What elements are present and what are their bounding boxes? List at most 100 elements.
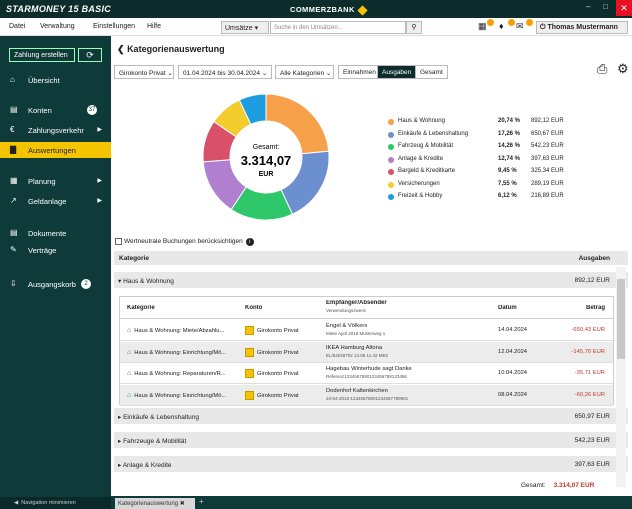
legend-percent: 17,26 % [498,130,521,137]
row-account: Girokonto Privat [257,349,299,356]
table-row[interactable]: ⌂ Haus & Wohnung: Einrichtung/Mö... Giroko… [120,341,613,363]
row-amount: -650,43 EUR [571,327,605,333]
sidebar-item-planung[interactable]: ▦ Planung ▶ [0,173,111,189]
sidebar-item-ausgangskorb[interactable]: ⇩ Ausgangskorb 2 [0,276,111,292]
group-row[interactable]: ▸ Fahrzeuge & Mobilität 542,23 EUR [114,432,628,449]
group-row[interactable]: ▸ Einkäufe & Lebenshaltung 650,97 EUR [114,408,628,425]
row-amount: -60,26 EUR [574,391,605,398]
toggle-einnahmen[interactable]: Einnahmen [338,65,381,79]
search-scope-select[interactable]: Umsätze ▾ [221,21,269,34]
toggle-gesamt[interactable]: Gesamt [415,65,448,79]
date-filter-select[interactable]: 01.04.2024 bis 30.04.2024 ⌄ [178,65,272,79]
house-icon: ⌂ [127,391,132,399]
legend-label: Bargeld & Kreditkarte [398,168,456,174]
sidebar-item-uebersicht[interactable]: ⌂ Übersicht [0,72,111,88]
row-account: Girokonto Privat [257,328,299,335]
table-scrollbar[interactable] [616,267,626,487]
house-icon: ⌂ [127,370,132,377]
page-title[interactable]: ❮ Kategorienauswertung [117,44,225,55]
toggle-ausgaben[interactable]: Ausgaben [377,65,417,79]
sidebar: Zahlung erstellen ⟳ ⌂ Übersicht ▤ Konten 37… [0,36,111,509]
category-filter-select[interactable]: Alle Kategorien ⌄ [275,65,334,79]
legend-percent: 12,74 % [498,155,521,162]
legend-item: Versicherungen 7,55 % 289,19 EUR [388,181,588,191]
mail-icon[interactable]: ✉ [516,21,524,32]
mail-badge [526,19,533,26]
chevron-right-icon: ▶ [97,178,102,184]
neutral-bookings-checkbox[interactable]: Wertneutrale Buchungen berücksichtigen i [115,238,254,247]
menu-hilfe[interactable]: Hilfe [147,23,161,30]
legend-percent: 20,74 % [498,118,521,124]
group-row[interactable]: ▸ Anlage & Kredite 397,63 EUR [114,456,628,473]
document-icon: ▤ [10,228,18,237]
checkbox-box[interactable] [115,238,122,245]
legend-percent: 9,45 % [498,168,517,174]
ausgangskorb-count-badge: 2 [81,279,91,289]
tab-bar: Kategorienauswertung ✖ + [111,496,632,509]
row-payee: Dodenhof Kaltenkirchen [326,387,388,394]
sidebar-item-geldanlage[interactable]: ↗ Geldanlage ▶ [0,193,111,209]
sidebar-item-zahlungsverkehr[interactable]: € Zahlungsverkehr ▶ [0,122,111,138]
row-date: 14.04.2024 [498,327,528,333]
minimize-navigation-button[interactable]: ◀ Navigation minimieren [0,497,111,509]
menu-einstellungen[interactable]: Einstellungen [93,23,135,30]
info-icon[interactable]: i [245,238,254,247]
sidebar-item-dokumente[interactable]: ▤ Dokumente [0,225,111,241]
create-payment-button[interactable]: Zahlung erstellen [9,48,75,62]
euro-icon: € [10,125,15,134]
total-summary: Gesamt: 3.314,07 EUR [521,482,595,489]
tab-close-icon[interactable]: ✖ [180,501,185,507]
menu-verwaltung[interactable]: Verwaltung [40,23,75,30]
outbox-icon: ⇩ [10,279,17,288]
add-tab-button[interactable]: + [199,497,204,506]
contract-icon: ✎ [10,245,17,254]
chevron-left-icon: ❮ [117,44,125,54]
sidebar-item-vertraege[interactable]: ✎ Verträge [0,242,111,258]
legend-percent: 6,12 % [498,193,517,199]
sidebar-item-auswertungen[interactable]: ▇ Auswertungen [0,142,111,158]
close-icon[interactable]: ✕ [616,0,632,16]
search-input[interactable]: Suche in den Umsätzen... [270,21,406,34]
legend-amount: 542,23 EUR [531,143,564,149]
bell-icon[interactable]: ♦ [499,21,504,31]
row-category: Haus & Wohnung: Einrichtung/Mö... [134,392,227,399]
print-icon[interactable]: ⎙ [597,61,607,77]
row-date: 08.04.2024 [498,391,528,398]
gear-icon[interactable]: ⚙ [617,61,629,77]
calendar-badge [487,19,494,26]
table-row[interactable]: ⌂ Haus & Wohnung: Reparaturen/R... Girokon… [120,363,613,384]
home-icon: ⌂ [10,75,15,84]
bank-account-icon [245,347,254,357]
user-menu[interactable]: ⏻ Thomas Mustermann [536,21,628,34]
house-icon: ⌂ [127,327,132,334]
tab-kategorienauswertung[interactable]: Kategorienauswertung ✖ [115,498,195,509]
bank-account-icon [245,326,254,335]
row-account: Girokonto Privat [257,392,299,399]
refresh-icon[interactable]: ⟳ [78,48,102,62]
donut-center-value: 3.314,07 [241,153,292,168]
table-row[interactable]: ⌂ Haus & Wohnung: Miete/Abzahlu... Girokon… [120,320,613,341]
row-date: 10.04.2024 [498,370,528,376]
scrollbar-thumb[interactable] [617,279,625,359]
minimize-icon[interactable]: – [586,2,590,11]
table-row[interactable]: ⌂ Haus & Wohnung: Einrichtung/Mö... Giroko… [120,384,613,406]
search-icon[interactable]: ⚲ [406,21,422,34]
sub-col-account: Konto [245,305,263,311]
chevron-right-icon: ▶ [97,127,102,133]
sidebar-item-konten[interactable]: ▤ Konten 37 [0,102,111,118]
sub-col-date: Datum [498,305,517,311]
menu-datei[interactable]: Datei [9,23,25,30]
maximize-icon[interactable]: □ [603,2,608,11]
legend-label: Anlage & Kredite [398,155,444,162]
menu-bar: Datei Verwaltung Einstellungen Hilfe Ums… [0,18,632,36]
donut-center-label: Gesamt: [253,144,280,151]
calendar-icon[interactable]: ▦ [478,21,487,32]
row-account: Girokonto Privat [257,371,299,378]
legend-swatch [388,169,394,175]
legend-swatch [388,131,394,138]
group-row[interactable]: ▾ Haus & Wohnung 892,12 EUR [114,272,628,289]
bank-account-icon [245,390,254,400]
legend-item: Einkäufe & Lebenshaltung 17,26 % 650,67 EU… [388,131,588,141]
account-filter-select[interactable]: Girokonto Privat ⌄ [114,65,174,79]
commerzbank-logo-icon [357,4,368,16]
